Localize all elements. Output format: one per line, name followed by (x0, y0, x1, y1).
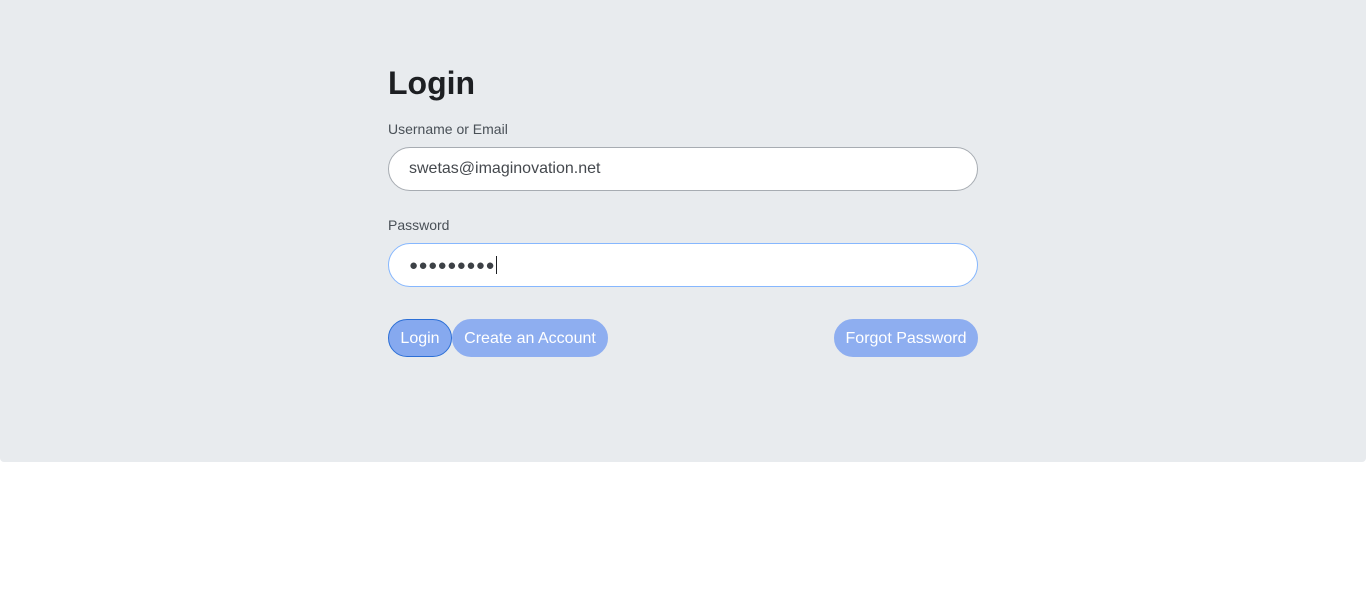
page-title: Login (388, 65, 476, 101)
username-field[interactable]: swetas@imaginovation.net (388, 147, 978, 191)
password-field[interactable]: ●●●●●●●●● (388, 243, 978, 287)
text-caret (496, 256, 498, 274)
login-panel: Login Username or Email swetas@imaginova… (0, 0, 1366, 462)
create-account-button[interactable]: Create an Account (452, 319, 608, 357)
username-value: swetas@imaginovation.net (409, 160, 601, 177)
password-label: Password (388, 217, 450, 233)
login-button[interactable]: Login (388, 319, 452, 357)
forgot-password-button[interactable]: Forgot Password (834, 319, 978, 357)
username-label: Username or Email (388, 121, 508, 137)
button-row: Login Create an Account Forgot Password (388, 319, 978, 357)
password-value: ●●●●●●●●● (409, 256, 496, 274)
login-form: Login Username or Email swetas@imaginova… (388, 60, 978, 357)
